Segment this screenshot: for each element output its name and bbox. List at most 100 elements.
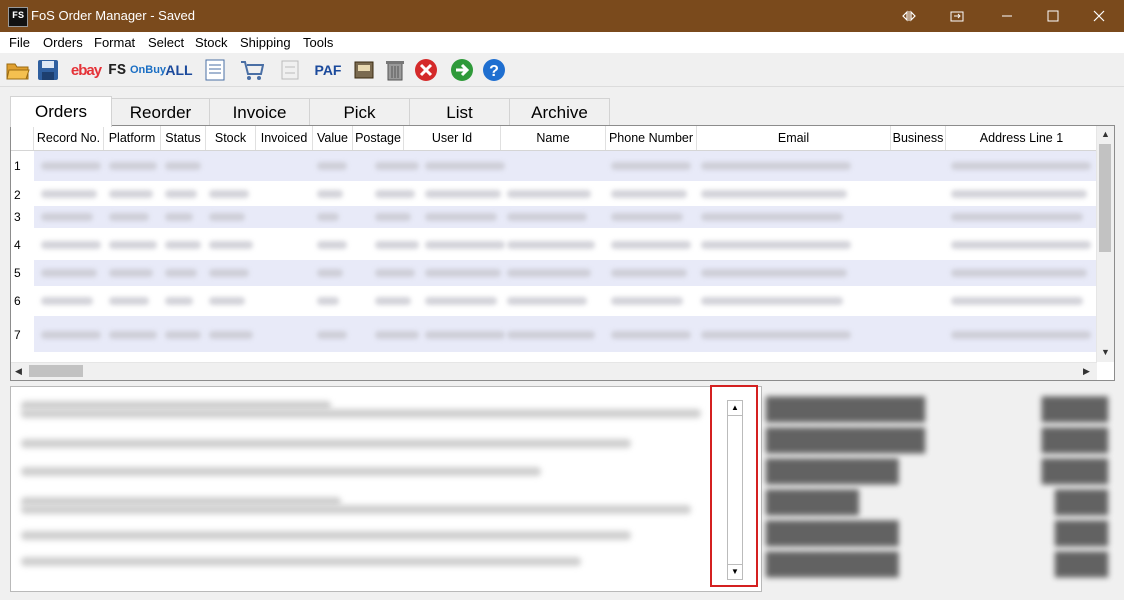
redacted-cell — [109, 331, 157, 339]
redacted-cell — [375, 297, 411, 305]
redacted-cell — [951, 297, 1083, 305]
grid-horizontal-scrollbar[interactable]: ◀ ▶ — [11, 362, 1097, 380]
menu-format[interactable]: Format — [94, 35, 135, 50]
close-button[interactable] — [1076, 0, 1122, 32]
ebay-icon[interactable]: ebay — [71, 58, 102, 82]
redacted-cell — [41, 213, 93, 221]
redacted-cell — [701, 162, 851, 170]
scroll-up-arrow[interactable]: ▲ — [1101, 130, 1110, 139]
orders-grid[interactable]: Record No. Platform Status Stock Invoice… — [10, 125, 1115, 381]
menu-orders[interactable]: Orders — [43, 35, 83, 50]
tab-pick[interactable]: Pick — [309, 98, 410, 125]
redacted-cell — [109, 213, 149, 221]
highlight-box — [710, 385, 758, 587]
scroll-left-arrow[interactable]: ◀ — [15, 367, 22, 376]
cancel-icon[interactable] — [414, 58, 438, 82]
redacted-cell — [209, 241, 253, 249]
column-header[interactable]: User Id — [404, 126, 501, 150]
menu-select[interactable]: Select — [148, 35, 184, 50]
column-header[interactable]: Platform — [104, 126, 161, 150]
go-arrow-icon[interactable] — [450, 58, 474, 82]
menu-tools[interactable]: Tools — [303, 35, 333, 50]
redacted-cell — [425, 241, 505, 249]
help-icon[interactable]: ? — [482, 58, 506, 82]
column-header[interactable]: Record No. — [34, 126, 104, 150]
column-header[interactable]: Status — [161, 126, 206, 150]
redacted-cell — [611, 297, 683, 305]
tab-reorder[interactable]: Reorder — [110, 98, 211, 125]
maximize-button[interactable] — [1030, 0, 1076, 32]
row-number[interactable]: 6 — [11, 294, 36, 308]
cart-icon[interactable] — [240, 58, 264, 82]
window-title: FoS Order Manager - Saved — [31, 8, 196, 23]
refresh-icon[interactable] — [278, 58, 302, 82]
grid-header: Record No. Platform Status Stock Invoice… — [11, 126, 1097, 151]
open-folder-icon[interactable] — [6, 58, 30, 82]
redacted-cell — [507, 213, 587, 221]
column-header[interactable]: Business — [891, 126, 946, 150]
column-header[interactable]: Phone Number — [606, 126, 697, 150]
redacted-cell — [611, 241, 691, 249]
scroll-right-arrow[interactable]: ▶ — [1083, 367, 1090, 376]
tab-orders[interactable]: Orders — [10, 96, 112, 127]
all-platforms-icon[interactable]: ALL — [165, 58, 192, 82]
redacted-cell — [701, 269, 847, 277]
redacted-cell — [425, 190, 501, 198]
redacted-cell — [375, 190, 415, 198]
document-list-icon[interactable] — [203, 58, 227, 82]
column-header[interactable]: Postage — [353, 126, 404, 150]
restore-layout-icon[interactable] — [934, 0, 980, 32]
grid-vertical-scrollbar[interactable]: ▲ ▼ — [1096, 126, 1114, 362]
column-header[interactable]: Stock — [206, 126, 256, 150]
save-icon[interactable] — [36, 58, 60, 82]
minimize-button[interactable] — [984, 0, 1030, 32]
label-printer-icon[interactable] — [352, 58, 376, 82]
redacted-cell — [951, 190, 1087, 198]
row-number[interactable]: 4 — [11, 238, 36, 252]
tab-list[interactable]: List — [409, 98, 510, 125]
stat-row: ██████████ ████ — [766, 522, 1108, 547]
redacted-cell — [41, 241, 101, 249]
paf-icon[interactable]: PAF — [314, 58, 342, 82]
redacted-cell — [611, 213, 683, 221]
menu-stock[interactable]: Stock — [195, 35, 228, 50]
redacted-cell — [951, 331, 1091, 339]
stat-row: ██████████ █████ — [766, 460, 1108, 485]
row-number[interactable]: 3 — [11, 210, 36, 224]
row-number[interactable]: 1 — [11, 159, 36, 173]
row-header-corner — [11, 126, 34, 150]
snap-layout-icon[interactable] — [886, 0, 932, 32]
column-header[interactable]: Address Line 1 — [946, 126, 1097, 150]
row-number[interactable]: 2 — [11, 188, 36, 202]
scroll-thumb[interactable] — [29, 365, 83, 377]
title-bar: FS FoS Order Manager - Saved — [0, 0, 1124, 32]
menu-file[interactable]: File — [9, 35, 30, 50]
table-row[interactable] — [34, 352, 1097, 362]
fs-logo-icon[interactable]: FS — [105, 58, 129, 82]
redacted-cell — [317, 213, 339, 221]
redacted-log-line — [21, 531, 631, 540]
scroll-thumb[interactable] — [1099, 144, 1111, 252]
toolbar: ebay FS OnBuy ALL PAF ? — [0, 53, 1124, 87]
column-header[interactable]: Email — [697, 126, 891, 150]
redacted-cell — [701, 213, 843, 221]
column-header[interactable]: Name — [501, 126, 606, 150]
redacted-cell — [507, 269, 591, 277]
menu-shipping[interactable]: Shipping — [240, 35, 291, 50]
scroll-down-arrow[interactable]: ▼ — [1101, 348, 1110, 357]
delete-bin-icon[interactable] — [383, 58, 407, 82]
log-text-area[interactable] — [10, 386, 762, 592]
onbuy-icon[interactable]: OnBuy — [130, 58, 166, 82]
redacted-cell — [425, 213, 497, 221]
tab-archive[interactable]: Archive — [509, 98, 610, 125]
redacted-cell — [165, 241, 201, 249]
app-logo-icon: FS — [8, 7, 28, 27]
column-header[interactable]: Value — [313, 126, 353, 150]
redacted-cell — [109, 162, 157, 170]
tab-invoice[interactable]: Invoice — [209, 98, 310, 125]
redacted-cell — [375, 213, 411, 221]
row-number[interactable]: 5 — [11, 266, 36, 280]
column-header[interactable]: Invoiced — [256, 126, 313, 150]
stat-row: ███████ ████ — [766, 491, 1108, 516]
row-number[interactable]: 7 — [11, 328, 36, 342]
